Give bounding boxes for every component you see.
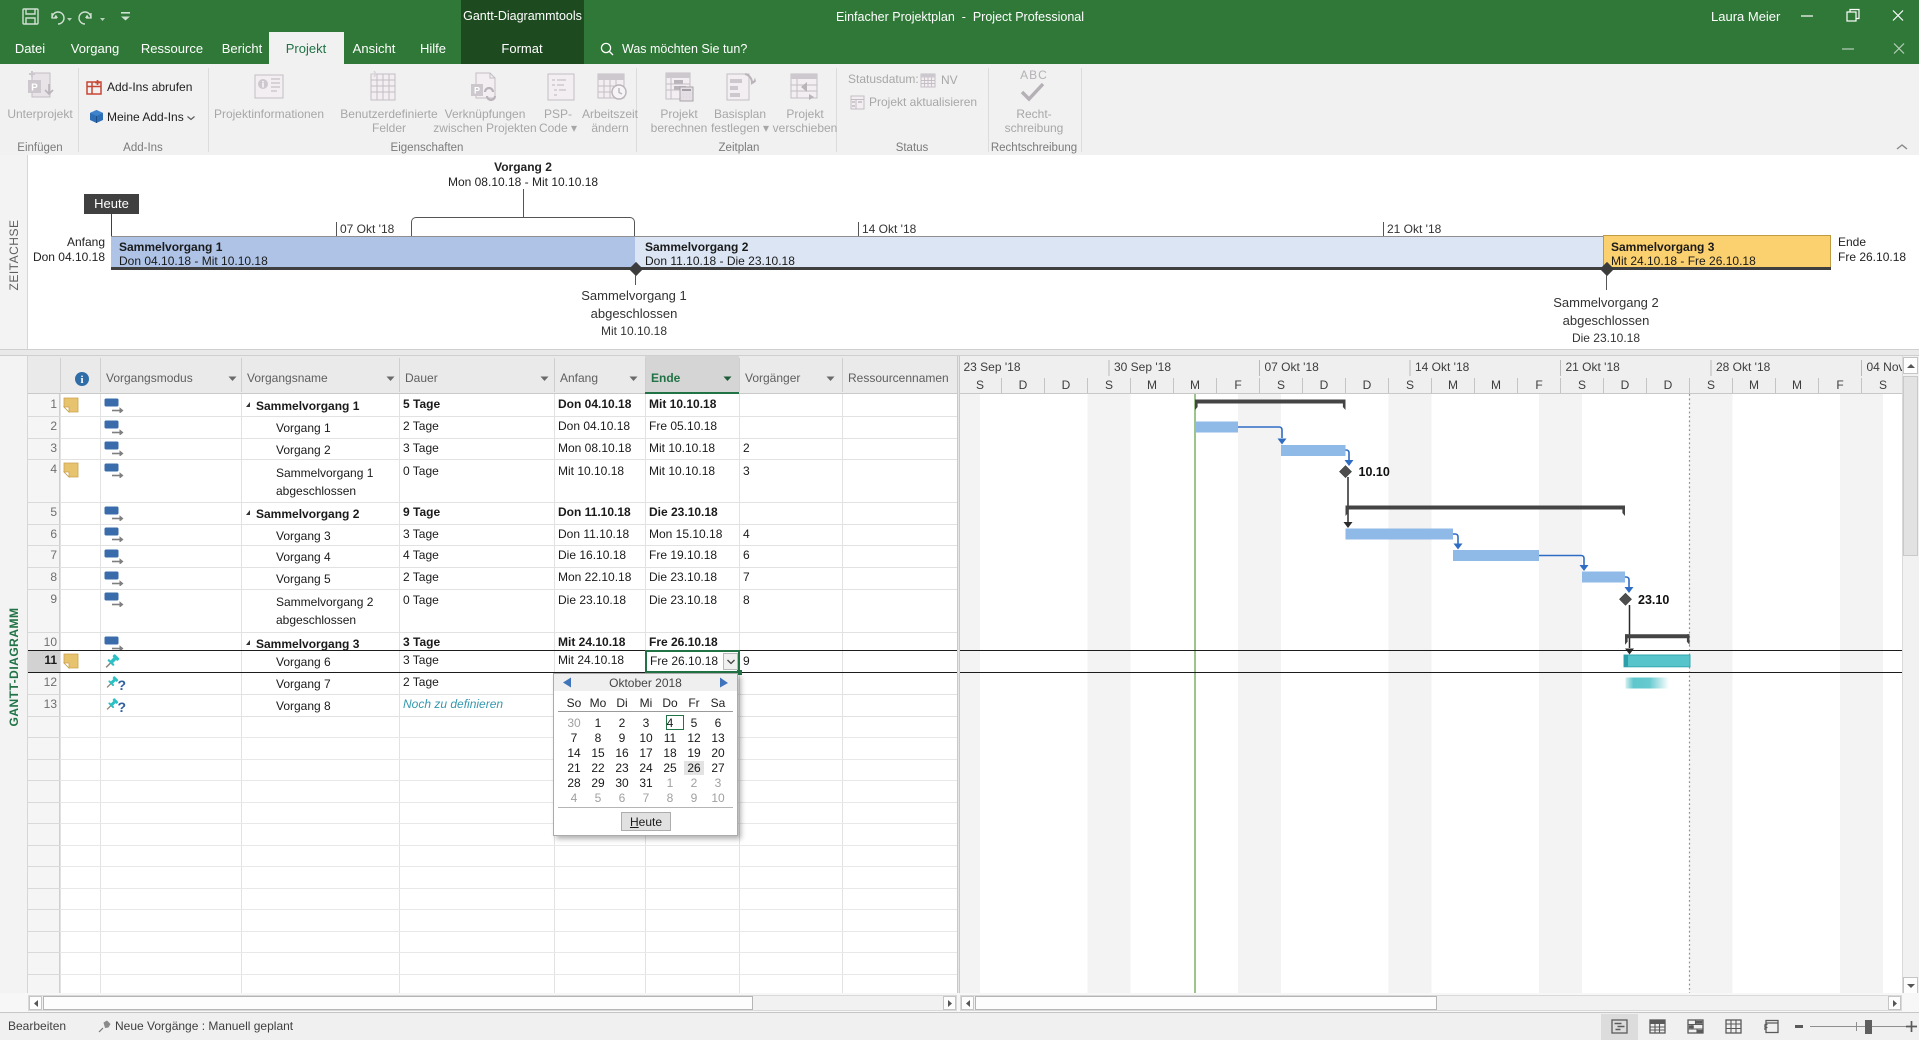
svg-text:S: S — [976, 378, 984, 392]
svg-text:M: M — [1491, 378, 1501, 392]
svg-text:M: M — [1749, 378, 1759, 392]
svg-text:D: D — [1664, 378, 1673, 392]
svg-text:S: S — [1105, 378, 1113, 392]
svg-text:?: ? — [118, 677, 127, 692]
svg-text:D: D — [1019, 378, 1028, 392]
svg-text:i: i — [262, 80, 265, 90]
svg-text:i: i — [80, 374, 83, 386]
svg-text:P: P — [31, 83, 38, 94]
svg-text:23 Sep '18: 23 Sep '18 — [964, 360, 1021, 374]
svg-text:07 Okt '18: 07 Okt '18 — [1265, 360, 1320, 374]
svg-text:S: S — [1406, 378, 1414, 392]
svg-text:23.10: 23.10 — [1638, 593, 1669, 607]
svg-text:M: M — [1448, 378, 1458, 392]
svg-text:?: ? — [118, 699, 127, 714]
svg-text:S: S — [1879, 378, 1887, 392]
svg-text:D: D — [1320, 378, 1329, 392]
svg-text:M: M — [1792, 378, 1802, 392]
svg-text:P: P — [474, 86, 480, 96]
svg-text:S: S — [1707, 378, 1715, 392]
svg-text:21 Okt '18: 21 Okt '18 — [1566, 360, 1621, 374]
svg-text:D: D — [1062, 378, 1071, 392]
svg-text:14 Okt '18: 14 Okt '18 — [1415, 360, 1470, 374]
svg-text:F: F — [1535, 378, 1542, 392]
svg-text:S: S — [1277, 378, 1285, 392]
svg-text:D: D — [1363, 378, 1372, 392]
svg-text:F: F — [1234, 378, 1241, 392]
svg-text:F: F — [1836, 378, 1843, 392]
svg-text:10.10: 10.10 — [1359, 465, 1390, 479]
svg-text:M: M — [1147, 378, 1157, 392]
svg-text:04 Nov '1: 04 Nov '1 — [1867, 360, 1903, 374]
svg-text:D: D — [1621, 378, 1630, 392]
svg-text:M: M — [1190, 378, 1200, 392]
svg-text:28 Okt '18: 28 Okt '18 — [1716, 360, 1771, 374]
svg-text:S: S — [1578, 378, 1586, 392]
svg-text:30 Sep '18: 30 Sep '18 — [1114, 360, 1171, 374]
